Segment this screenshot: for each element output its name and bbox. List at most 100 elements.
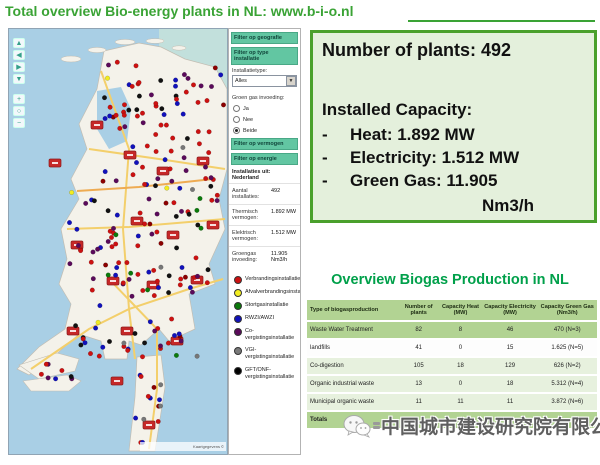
pan-up-button[interactable]: ▲ xyxy=(13,38,25,48)
zoom-in-button[interactable]: + xyxy=(13,94,25,104)
plant-marker[interactable] xyxy=(113,273,118,278)
plant-marker[interactable] xyxy=(172,333,177,338)
plant-marker[interactable] xyxy=(185,136,190,141)
plant-marker[interactable] xyxy=(203,165,208,170)
plant-marker[interactable] xyxy=(169,317,174,322)
plant-marker[interactable] xyxy=(102,95,107,100)
plant-marker[interactable] xyxy=(199,84,204,89)
plant-marker[interactable] xyxy=(130,84,135,89)
plant-marker[interactable] xyxy=(170,136,175,141)
plant-marker[interactable] xyxy=(68,261,73,266)
plant-marker[interactable] xyxy=(221,103,226,108)
plant-marker[interactable] xyxy=(152,293,157,298)
plant-marker[interactable] xyxy=(158,404,163,409)
installation-type-dropdown[interactable]: Alles ▼ xyxy=(232,75,297,87)
plant-marker[interactable] xyxy=(67,220,72,225)
plant-marker[interactable] xyxy=(128,271,133,276)
plant-marker[interactable] xyxy=(183,275,188,280)
plant-marker[interactable] xyxy=(205,98,210,103)
plant-marker[interactable] xyxy=(146,394,151,399)
plant-marker[interactable] xyxy=(179,339,184,344)
plant-marker[interactable] xyxy=(133,416,138,421)
plant-marker[interactable] xyxy=(69,190,74,195)
plant-marker[interactable] xyxy=(194,256,199,261)
plant-marker[interactable] xyxy=(135,107,140,112)
plant-marker[interactable] xyxy=(125,348,130,353)
plant-marker[interactable] xyxy=(107,339,112,344)
plant-marker[interactable] xyxy=(174,246,179,251)
filter-header-geography[interactable]: Filter op geografie xyxy=(231,32,298,44)
plant-marker[interactable] xyxy=(106,63,111,68)
plant-marker[interactable] xyxy=(218,73,223,78)
plant-marker[interactable] xyxy=(141,288,146,293)
plant-marker[interactable] xyxy=(210,198,215,203)
plant-marker[interactable] xyxy=(95,247,100,252)
plant-marker[interactable] xyxy=(145,144,150,149)
plant-marker[interactable] xyxy=(191,83,196,88)
plant-marker[interactable] xyxy=(106,273,111,278)
plant-marker[interactable] xyxy=(196,129,201,134)
plant-marker[interactable] xyxy=(207,130,212,135)
plant-marker[interactable] xyxy=(73,323,78,328)
plant-marker[interactable] xyxy=(98,303,103,308)
plant-marker[interactable] xyxy=(79,343,84,348)
plant-marker[interactable] xyxy=(44,362,49,367)
plant-marker[interactable] xyxy=(190,290,195,295)
plant-marker[interactable] xyxy=(109,235,114,240)
plant-marker[interactable] xyxy=(205,280,210,285)
plant-marker[interactable] xyxy=(190,187,195,192)
plant-marker[interactable] xyxy=(148,222,153,227)
plant-marker[interactable] xyxy=(184,90,189,95)
plant-marker[interactable] xyxy=(165,186,170,191)
plant-marker[interactable] xyxy=(88,351,93,356)
plant-marker[interactable] xyxy=(110,244,115,249)
plant-marker[interactable] xyxy=(114,265,119,270)
plant-marker[interactable] xyxy=(159,241,164,246)
plant-marker[interactable] xyxy=(125,260,130,265)
plant-marker[interactable] xyxy=(170,179,175,184)
plant-marker[interactable] xyxy=(174,214,179,219)
plant-marker[interactable] xyxy=(179,209,184,214)
plant-marker[interactable] xyxy=(142,417,147,422)
plant-marker[interactable] xyxy=(195,274,200,279)
plant-marker[interactable] xyxy=(142,182,147,187)
plant-marker[interactable] xyxy=(158,383,163,388)
plant-marker[interactable] xyxy=(168,167,173,172)
plant-marker[interactable] xyxy=(164,123,169,128)
plant-marker[interactable] xyxy=(182,72,187,77)
plant-marker[interactable] xyxy=(123,124,128,129)
plant-marker[interactable] xyxy=(159,265,164,270)
plant-marker[interactable] xyxy=(147,197,152,202)
plant-marker[interactable] xyxy=(150,232,155,237)
plant-marker[interactable] xyxy=(145,288,150,293)
plant-marker[interactable] xyxy=(118,126,123,131)
plant-marker[interactable] xyxy=(141,121,146,126)
plant-marker[interactable] xyxy=(155,212,160,217)
plant-marker[interactable] xyxy=(195,354,200,359)
plant-marker[interactable] xyxy=(178,277,183,282)
plant-marker[interactable] xyxy=(122,341,127,346)
plant-marker[interactable] xyxy=(180,265,185,270)
map-reset-button[interactable]: ○ xyxy=(13,106,25,116)
plant-marker[interactable] xyxy=(175,101,180,106)
plant-marker[interactable] xyxy=(215,198,220,203)
filter-header-energy[interactable]: Filter op energie xyxy=(231,153,298,165)
plant-marker[interactable] xyxy=(131,172,136,177)
plant-marker[interactable] xyxy=(155,279,160,284)
plant-marker[interactable] xyxy=(196,223,201,228)
plant-marker[interactable] xyxy=(69,374,74,379)
plant-marker[interactable] xyxy=(153,132,158,137)
plant-marker[interactable] xyxy=(103,263,108,268)
plant-marker[interactable] xyxy=(203,176,208,181)
plant-marker[interactable] xyxy=(127,108,132,113)
filter-header-type[interactable]: Filter op type installatie xyxy=(231,47,298,65)
plant-marker[interactable] xyxy=(142,222,147,227)
plant-marker[interactable] xyxy=(106,208,111,213)
plant-marker[interactable] xyxy=(136,234,141,239)
plant-marker[interactable] xyxy=(142,341,147,346)
zoom-out-button[interactable]: − xyxy=(13,118,25,128)
plant-marker[interactable] xyxy=(140,165,145,170)
plant-marker[interactable] xyxy=(130,294,135,299)
plant-marker[interactable] xyxy=(162,112,167,117)
plant-marker[interactable] xyxy=(158,344,163,349)
